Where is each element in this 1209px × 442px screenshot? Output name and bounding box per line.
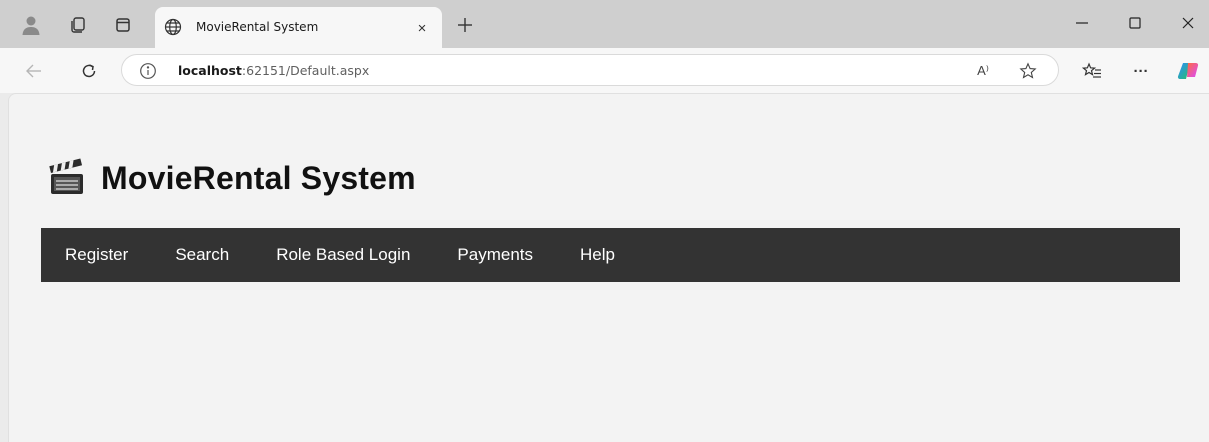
clapperboard-icon [47, 158, 87, 198]
tab-title: MovieRental System [196, 20, 319, 34]
browser-tab-active[interactable]: MovieRental System × [155, 7, 442, 48]
read-aloud-icon[interactable]: A⁾ [973, 61, 993, 81]
site-info-icon[interactable] [139, 62, 157, 80]
back-button[interactable] [19, 56, 49, 86]
url-text[interactable]: localhost:62151/Default.aspx [178, 63, 369, 78]
site-header: MovieRental System [47, 158, 416, 198]
site-title: MovieRental System [101, 159, 416, 196]
nav-role-based-login-link[interactable]: Role Based Login [276, 245, 410, 265]
nav-search-link[interactable]: Search [175, 245, 229, 265]
nav-payments-link[interactable]: Payments [457, 245, 533, 265]
nav-register-link[interactable]: Register [65, 245, 128, 265]
favorites-icon[interactable] [1077, 56, 1107, 86]
favorite-star-icon[interactable] [1018, 61, 1038, 81]
refresh-button[interactable] [74, 56, 104, 86]
tab-close-icon[interactable]: × [413, 19, 431, 37]
url-path: :62151/Default.aspx [241, 63, 370, 78]
url-host: localhost [178, 63, 242, 78]
page-viewport: MovieRental System Register Search Role … [8, 93, 1209, 442]
tab-actions-icon[interactable] [109, 11, 137, 39]
profile-icon[interactable] [17, 11, 45, 39]
minimize-button[interactable] [1067, 10, 1097, 36]
globe-icon [164, 18, 182, 36]
copilot-icon[interactable] [1174, 56, 1204, 86]
browser-tabstrip: MovieRental System × [0, 0, 1209, 48]
address-bar[interactable]: localhost:62151/Default.aspx A⁾ [121, 54, 1059, 86]
browser-toolbar: localhost:62151/Default.aspx A⁾ ··· [0, 48, 1209, 93]
close-window-button[interactable] [1173, 10, 1203, 36]
main-navbar: Register Search Role Based Login Payment… [41, 228, 1180, 282]
workspaces-icon[interactable] [64, 11, 92, 39]
maximize-button[interactable] [1120, 10, 1150, 36]
nav-help-link[interactable]: Help [580, 245, 615, 265]
new-tab-button[interactable] [452, 12, 478, 38]
more-options-button[interactable]: ··· [1126, 56, 1156, 86]
